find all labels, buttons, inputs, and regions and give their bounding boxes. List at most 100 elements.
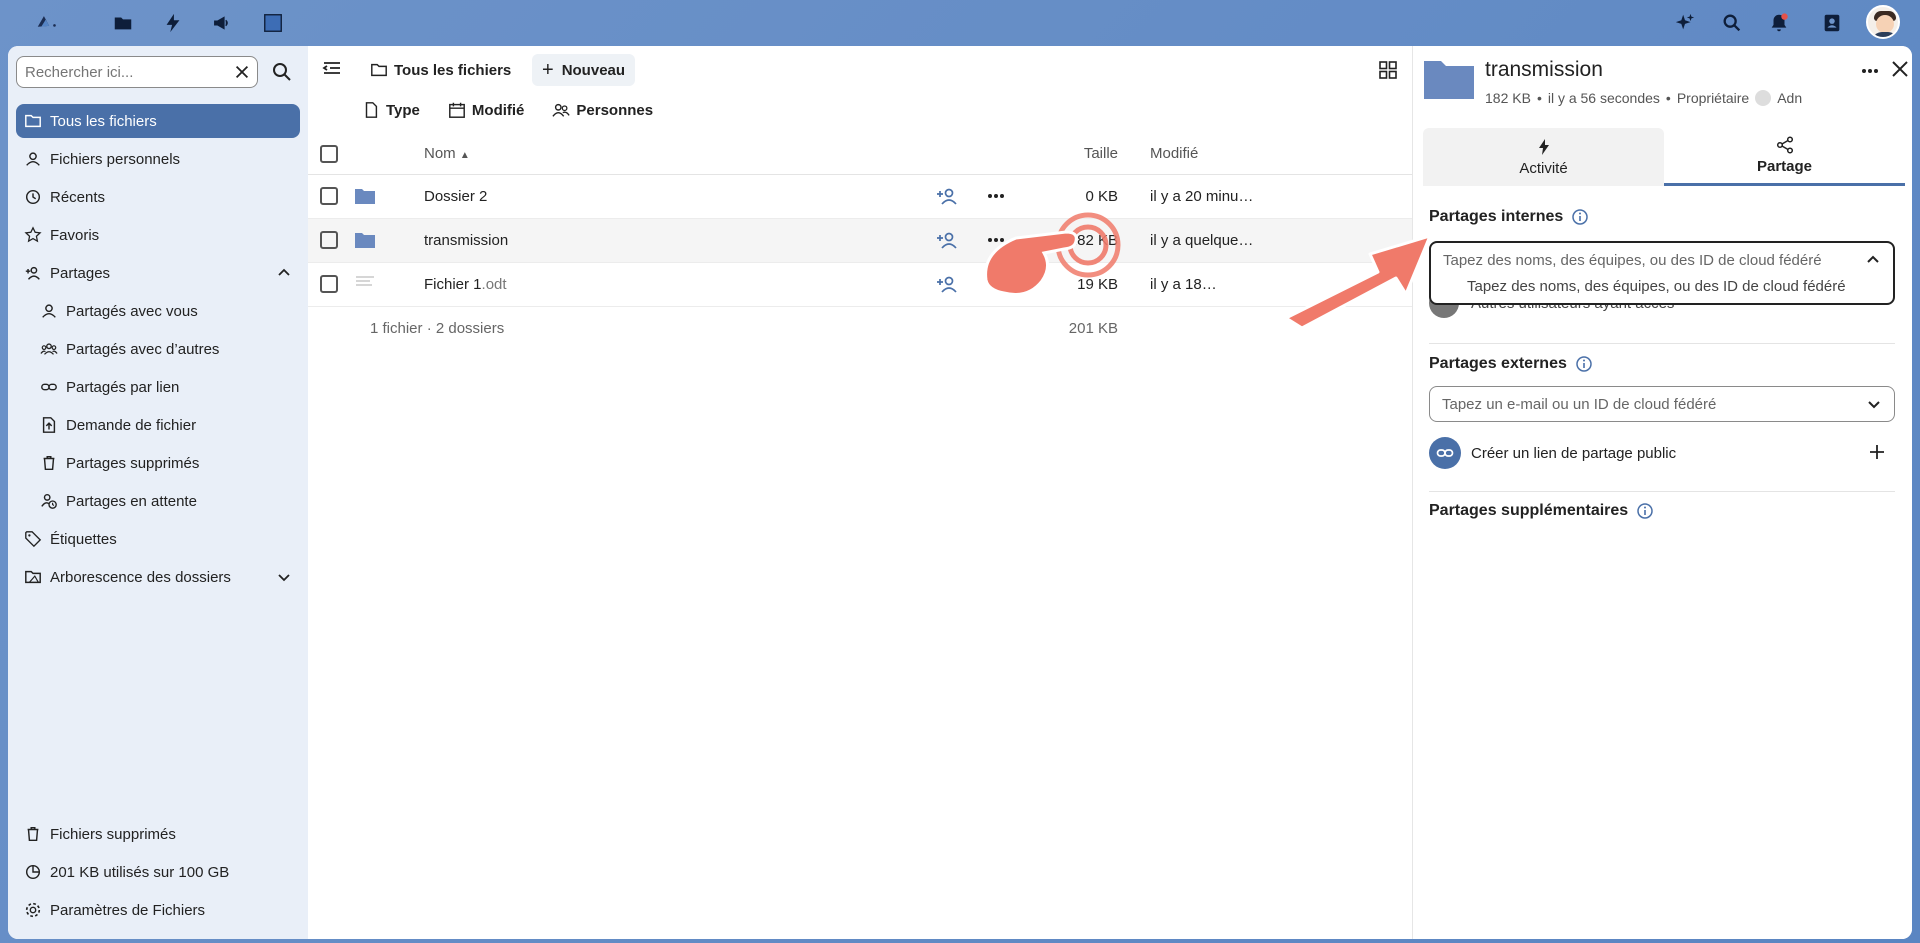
file-name[interactable]: Dossier 2 — [424, 188, 487, 205]
sidebar-item-shared-with-others[interactable]: Partagés avec d’autres — [16, 332, 300, 366]
announcements-app-icon[interactable] — [208, 8, 238, 38]
more-actions-icon[interactable] — [986, 274, 1006, 294]
assistant-icon[interactable] — [1670, 8, 1700, 38]
file-size: 19 KB — [1077, 275, 1118, 293]
sidebar-item-favorites[interactable]: Favoris — [16, 218, 300, 252]
files-app-window: Tous les fichiers Fichiers personnels Ré… — [8, 46, 1912, 939]
files-app-icon[interactable] — [108, 8, 138, 38]
sidebar-item-all-files[interactable]: Tous les fichiers — [16, 104, 300, 138]
tab-activity[interactable]: Activité — [1423, 128, 1664, 186]
sidebar-item-pending-shares[interactable]: Partages en attente — [16, 484, 300, 518]
column-size[interactable]: Taille — [1032, 134, 1142, 175]
star-icon — [24, 226, 42, 244]
table-row[interactable]: transmission 182 KB il y a quelque… — [308, 218, 1412, 263]
owner-avatar — [1755, 90, 1772, 106]
internal-share-input[interactable]: Tapez des noms, des équipes, ou des ID d… — [1429, 241, 1895, 305]
breadcrumb[interactable]: Tous les fichiers — [370, 54, 511, 86]
close-icon[interactable] — [1891, 60, 1909, 78]
top-bar — [0, 0, 1920, 46]
column-modified[interactable]: Modifié — [1142, 134, 1412, 175]
logo-icon[interactable] — [22, 6, 72, 36]
sidebar-item-shared-with-you[interactable]: Partagés avec vous — [16, 294, 300, 328]
sidebar-item-personal-files[interactable]: Fichiers personnels — [16, 142, 300, 176]
meta-owner[interactable]: Adn — [1777, 90, 1802, 106]
user-icon — [24, 150, 42, 168]
plus-icon[interactable] — [1867, 442, 1887, 462]
new-button[interactable]: + Nouveau — [532, 54, 636, 86]
sidebar-footer: Fichiers supprimés 201 KB utilisés sur 1… — [16, 817, 300, 931]
info-icon[interactable] — [1636, 502, 1654, 520]
share-icon — [1776, 136, 1794, 154]
sidebar-item-tags[interactable]: Étiquettes — [16, 522, 300, 556]
filter-modified[interactable]: Modifié — [448, 101, 524, 119]
sidebar-item-label: Tous les fichiers — [50, 112, 157, 130]
more-actions-icon[interactable] — [986, 230, 1006, 250]
sidebar-item-shares[interactable]: Partages — [16, 256, 300, 290]
table-row[interactable]: Fichier 1.odt 19 KB il y a 18… — [308, 262, 1412, 307]
select-all-checkbox[interactable] — [320, 144, 338, 163]
file-modified: il y a 18… — [1150, 275, 1217, 293]
row-checkbox[interactable] — [320, 231, 338, 250]
sidebar-item-folder-tree[interactable]: Arborescence des dossiers — [16, 560, 300, 594]
tab-sharing[interactable]: Partage — [1664, 128, 1905, 186]
chevron-down-icon[interactable] — [276, 569, 292, 585]
info-icon[interactable] — [1575, 355, 1593, 373]
close-icon[interactable] — [233, 63, 251, 81]
file-extension: .odt — [481, 275, 507, 293]
external-share-input[interactable]: Tapez un e-mail ou un ID de cloud fédéré — [1429, 386, 1895, 422]
search-icon[interactable] — [1717, 8, 1747, 38]
storage-quota[interactable]: 201 KB utilisés sur 100 GB — [16, 855, 300, 889]
trash-icon — [24, 825, 42, 843]
chevron-down-icon[interactable] — [1866, 396, 1882, 412]
sidebar-item-settings[interactable]: Paramètres de Fichiers — [16, 893, 300, 927]
file-size: 0 KB — [1085, 187, 1118, 205]
chevron-up-icon[interactable] — [276, 265, 292, 281]
more-actions-icon[interactable] — [1859, 60, 1881, 82]
sidebar-item-recent[interactable]: Récents — [16, 180, 300, 214]
column-name[interactable]: Nom ▲ — [408, 134, 936, 175]
sidebar-item-label: Fichiers personnels — [50, 150, 181, 168]
row-checkbox[interactable] — [320, 275, 338, 294]
file-name[interactable]: Fichier 1 — [424, 276, 482, 293]
share-icon[interactable] — [936, 273, 958, 295]
sidebar-item-shared-by-link[interactable]: Partagés par lien — [16, 370, 300, 404]
notifications-icon[interactable] — [1764, 8, 1794, 38]
column-name-label: Nom — [424, 145, 456, 163]
sidebar-nav: Tous les fichiers Fichiers personnels Ré… — [16, 104, 300, 598]
sidebar-search — [16, 56, 258, 88]
share-icon[interactable] — [936, 185, 958, 207]
grid-view-icon[interactable] — [1378, 60, 1398, 80]
dropdown-option[interactable]: Tapez des noms, des équipes, ou des ID d… — [1467, 278, 1846, 295]
sidebar-item-deleted-shares[interactable]: Partages supprimés — [16, 446, 300, 480]
window-app-icon[interactable] — [258, 8, 288, 38]
sidebar-item-deleted-files[interactable]: Fichiers supprimés — [16, 817, 300, 851]
info-icon[interactable] — [1571, 208, 1589, 226]
share-icon[interactable] — [936, 229, 958, 251]
search-icon[interactable] — [270, 60, 294, 84]
sidebar-item-label: Partages — [50, 264, 111, 282]
chevron-up-icon[interactable] — [1865, 252, 1881, 268]
row-checkbox[interactable] — [320, 187, 338, 206]
filter-people[interactable]: Personnes — [552, 101, 653, 119]
search-input[interactable] — [17, 63, 217, 81]
table-row[interactable]: Dossier 2 0 KB il y a 20 minu… — [308, 174, 1412, 219]
sidebar: Tous les fichiers Fichiers personnels Ré… — [8, 46, 308, 939]
filter-type[interactable]: Type — [362, 101, 420, 119]
contacts-icon[interactable] — [1817, 8, 1847, 38]
file-modified: il y a quelque… — [1150, 231, 1254, 249]
create-public-link[interactable]: Créer un lien de partage public — [1429, 436, 1895, 470]
column-modified-label: Modifié — [1150, 145, 1199, 163]
meta-owner-label: Propriétaire — [1676, 90, 1750, 106]
menu-collapse-icon[interactable] — [322, 58, 342, 78]
column-size-label: Taille — [1083, 145, 1118, 163]
divider — [1429, 491, 1895, 492]
sidebar-item-label: Partages supprimés — [66, 454, 200, 472]
more-actions-icon[interactable] — [986, 186, 1006, 206]
file-name[interactable]: transmission — [424, 232, 508, 249]
additional-shares-title: Partages supplémentaires — [1429, 502, 1654, 520]
activity-app-icon[interactable] — [158, 8, 188, 38]
summary-total: 201 KB — [1068, 319, 1118, 337]
user-avatar[interactable] — [1866, 5, 1900, 39]
pie-chart-icon — [24, 863, 42, 881]
sidebar-item-file-request[interactable]: Demande de fichier — [16, 408, 300, 442]
